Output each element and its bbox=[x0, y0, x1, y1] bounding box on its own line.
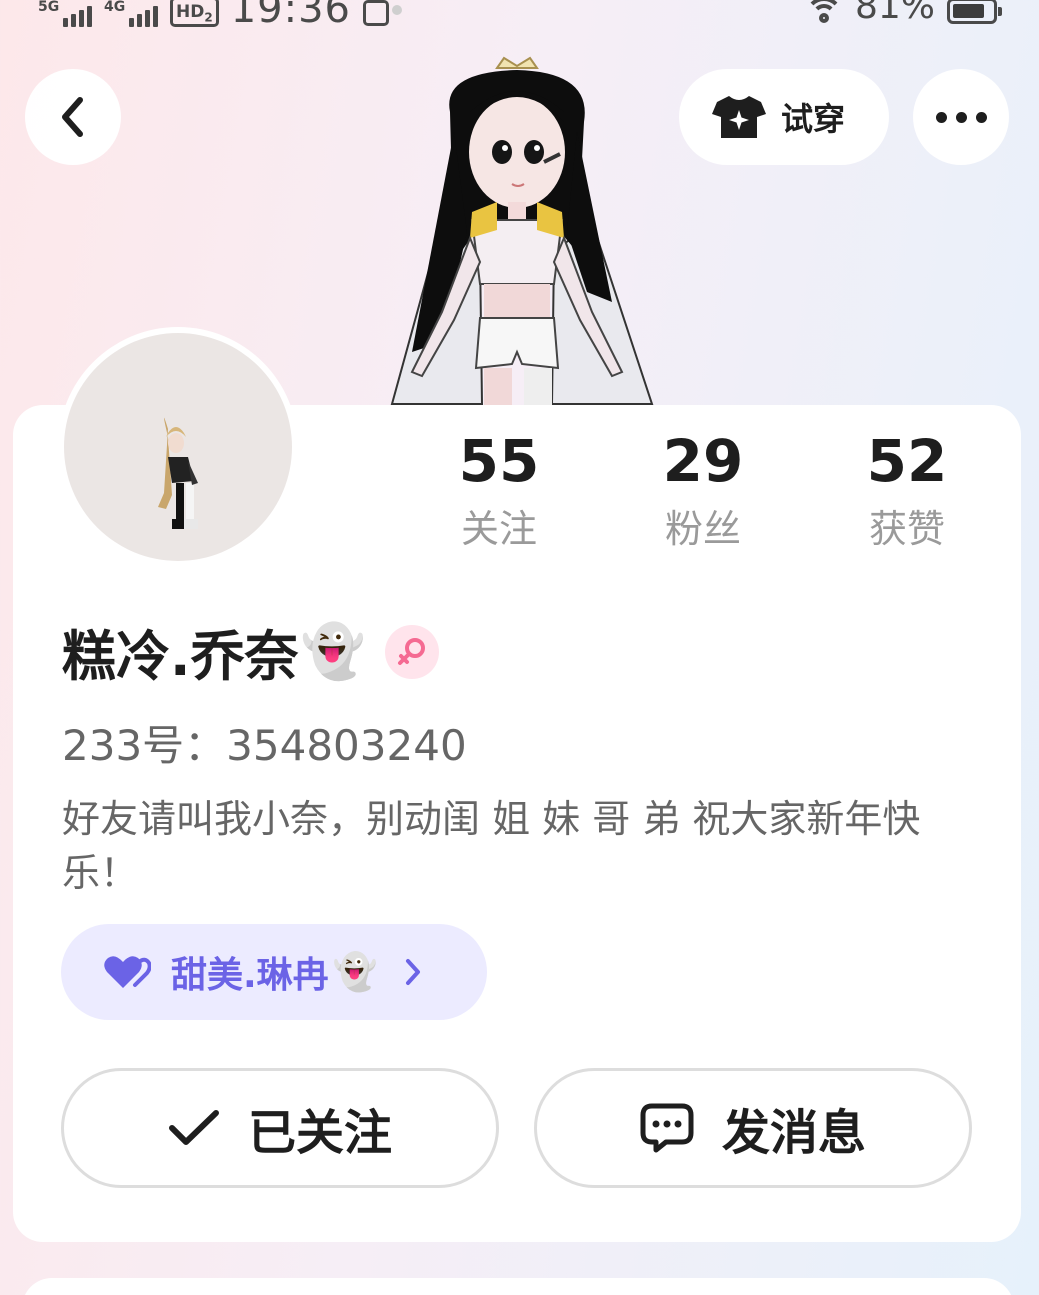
more-dots-icon bbox=[935, 111, 987, 123]
tshirt-sparkle-icon bbox=[712, 96, 766, 138]
double-heart-icon bbox=[104, 956, 151, 988]
send-message-label: 发消息 bbox=[721, 1105, 866, 1161]
status-time: 19:36 bbox=[230, 0, 351, 32]
profile-name: 糕冷.乔奈 bbox=[62, 625, 299, 688]
avatar[interactable] bbox=[58, 327, 298, 567]
content-card bbox=[22, 1278, 1014, 1295]
send-message-button[interactable]: 发消息 bbox=[534, 1068, 972, 1188]
notification-app-icon bbox=[362, 0, 402, 26]
relationship-chip[interactable]: 甜美.琳冉 👻 bbox=[61, 924, 487, 1020]
try-on-label: 试穿 bbox=[781, 100, 846, 138]
status-bar: 5G 4G HD2 19:36 81% bbox=[0, 0, 1039, 40]
following-button-label: 已关注 bbox=[247, 1105, 392, 1161]
chat-bubble-icon bbox=[640, 1103, 694, 1153]
relationship-name: 甜美.琳冉 bbox=[171, 955, 329, 996]
stat-followers[interactable]: 29 粉丝 bbox=[613, 428, 793, 564]
signal-5g-icon: 5G bbox=[38, 0, 92, 27]
following-label: 关注 bbox=[460, 507, 537, 551]
more-options-button[interactable] bbox=[913, 69, 1009, 165]
try-on-button[interactable]: 试穿 bbox=[679, 69, 889, 165]
chevron-right-icon bbox=[405, 959, 420, 985]
avatar-3d-figure[interactable] bbox=[372, 52, 662, 406]
name-row: 糕冷.乔奈 👻 bbox=[62, 612, 440, 691]
wifi-icon bbox=[804, 0, 843, 25]
bio-text: 好友请叫我小奈，别动闺 姐 妹 哥 弟 祝大家新年快乐！ bbox=[62, 797, 921, 895]
stat-following[interactable]: 55 关注 bbox=[409, 428, 589, 564]
avatar-image bbox=[64, 333, 292, 561]
following-button[interactable]: 已关注 bbox=[61, 1068, 499, 1188]
gender-badge bbox=[385, 624, 440, 679]
followers-count: 29 bbox=[662, 427, 744, 495]
battery-fill bbox=[953, 3, 984, 18]
back-button[interactable] bbox=[25, 69, 121, 165]
battery-icon bbox=[947, 0, 1002, 24]
check-icon bbox=[168, 1110, 219, 1145]
battery-percent: 81% bbox=[854, 0, 935, 27]
ghost-emoji: 👻 bbox=[300, 621, 366, 682]
likes-label: 获赞 bbox=[868, 507, 945, 551]
following-count: 55 bbox=[458, 427, 540, 495]
followers-label: 粉丝 bbox=[664, 507, 741, 551]
chevron-left-icon bbox=[62, 97, 83, 137]
ghost-emoji: 👻 bbox=[332, 952, 378, 993]
likes-count: 52 bbox=[866, 427, 948, 495]
signal-4g-icon: 4G bbox=[104, 0, 158, 27]
hd-voice-icon: HD2 bbox=[170, 0, 219, 27]
user-id: 233号：354803240 bbox=[62, 721, 467, 770]
female-icon bbox=[398, 637, 426, 665]
stat-likes[interactable]: 52 获赞 bbox=[817, 428, 997, 564]
